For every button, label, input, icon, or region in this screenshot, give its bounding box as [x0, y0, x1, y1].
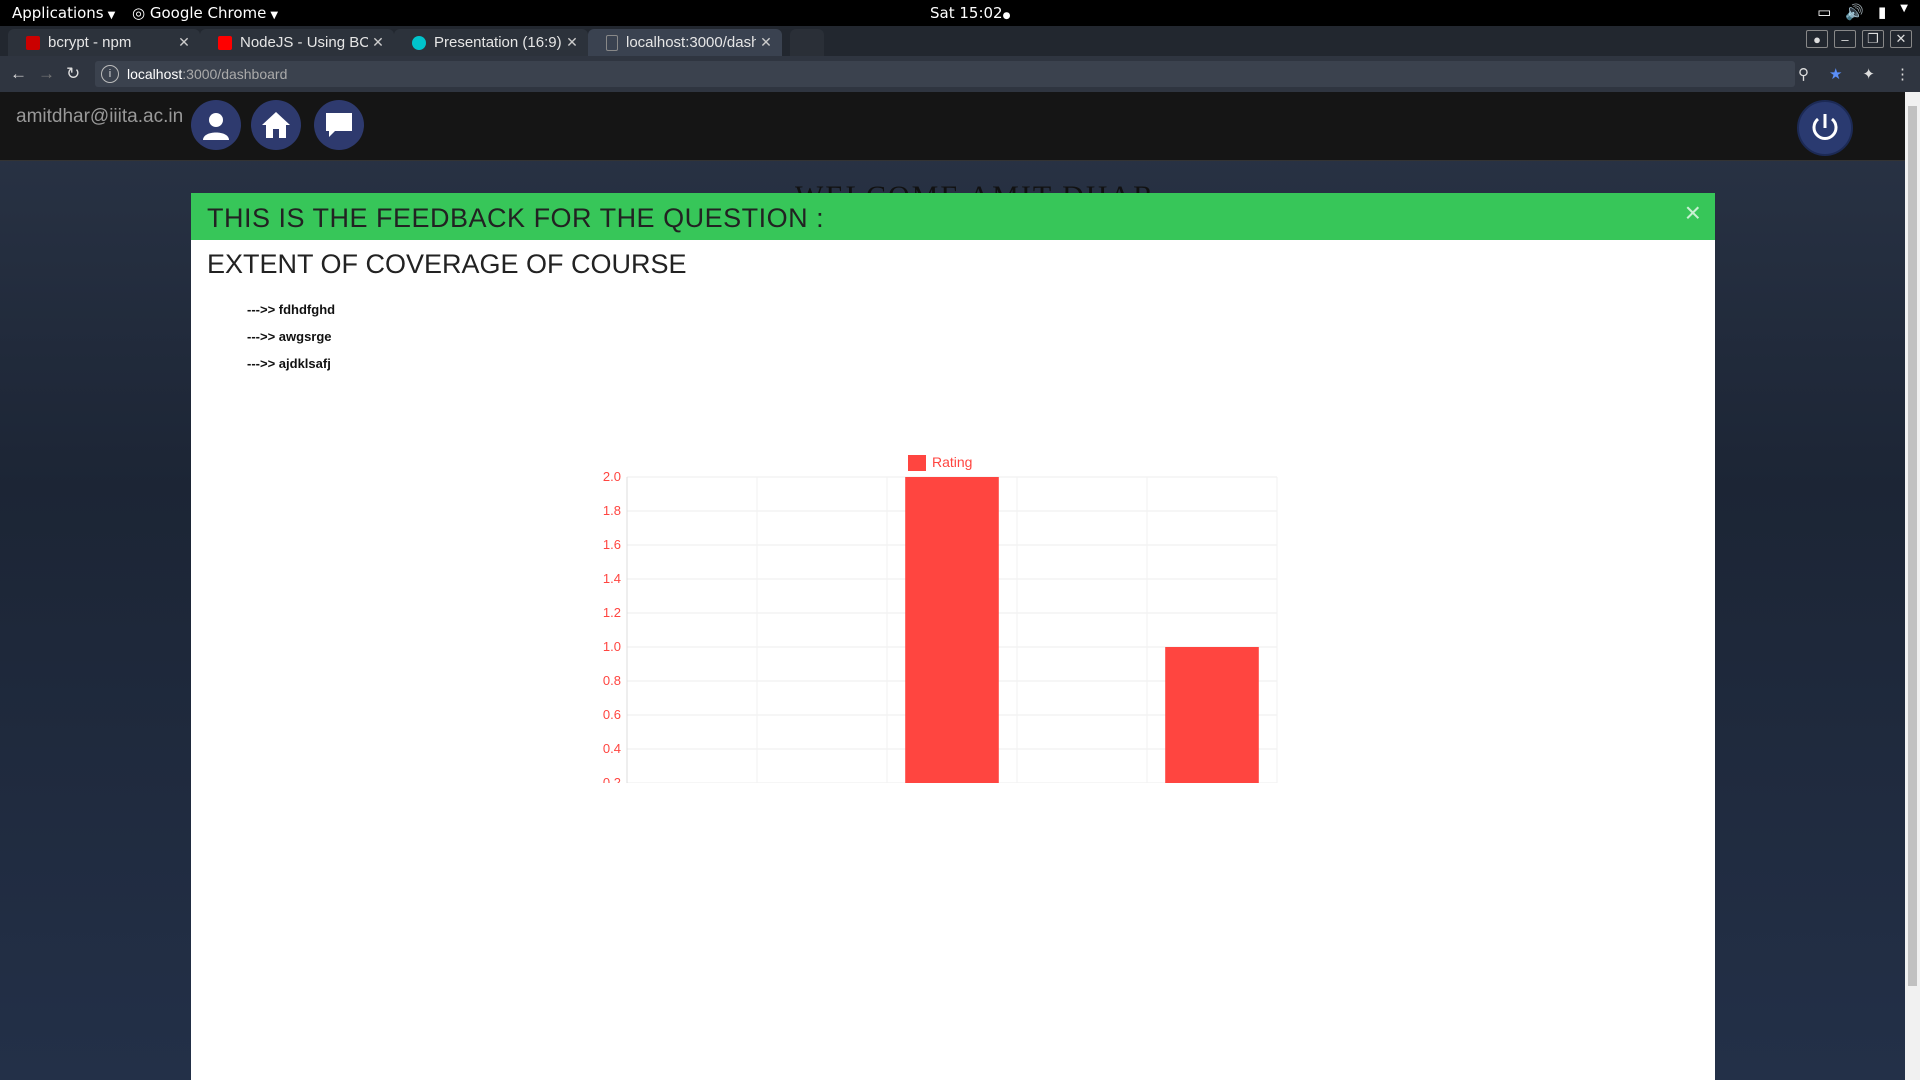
npm-icon — [26, 35, 40, 50]
applications-menu[interactable]: Applications ▼ — [12, 4, 115, 22]
scrollbar-thumb[interactable] — [1908, 106, 1917, 986]
y-tick-label: 0.6 — [603, 707, 621, 722]
feedback-button[interactable] — [314, 100, 364, 150]
reload-icon[interactable]: ↻ — [66, 64, 80, 84]
tab-label: Presentation (16:9) — [434, 34, 562, 51]
close-icon[interactable]: ✕ — [174, 34, 194, 51]
chevron-down-icon[interactable]: ▼ — [1900, 3, 1908, 21]
tab-label: bcrypt - npm — [48, 34, 132, 51]
browser-tab-strip: bcrypt - npm ✕ NodeJS - Using BCrypt ✕ P… — [0, 26, 1920, 56]
close-window-icon[interactable]: ✕ — [1890, 30, 1912, 48]
y-tick-label: 0.8 — [603, 673, 621, 688]
y-tick-label: 1.4 — [603, 571, 621, 586]
home-icon — [262, 112, 290, 138]
key-icon[interactable]: ⚲ — [1798, 65, 1809, 83]
modal-title: THIS IS THE FEEDBACK FOR THE QUESTION : — [207, 203, 825, 233]
chat-icon — [326, 113, 352, 137]
profile-icon[interactable]: ● — [1806, 30, 1828, 48]
y-tick-label: 1.8 — [603, 503, 621, 518]
bar — [905, 477, 999, 783]
tab-localhost-dashboard[interactable]: localhost:3000/dashboard ✕ — [588, 29, 782, 56]
close-icon[interactable]: ✕ — [368, 34, 388, 51]
y-tick-label: 0.4 — [603, 741, 621, 756]
close-icon[interactable]: × — [1685, 197, 1701, 229]
question-title: EXTENT OF COVERAGE OF COURSE — [207, 249, 687, 279]
youtube-icon — [218, 35, 232, 50]
legend-label: Rating — [932, 454, 972, 470]
chevron-down-icon: ▼ — [270, 10, 279, 21]
user-icon — [203, 113, 229, 140]
close-icon[interactable]: ✕ — [756, 34, 776, 51]
tab-label: NodeJS - Using BCrypt — [240, 34, 368, 51]
feedback-item: --->> fdhdfghd — [247, 302, 336, 317]
new-tab-button[interactable] — [790, 29, 824, 56]
battery-icon[interactable]: ▮ — [1878, 3, 1886, 21]
address-bar[interactable]: i localhost:3000/dashboard — [95, 61, 1795, 87]
legend-swatch — [908, 455, 926, 471]
restore-icon[interactable]: ❐ — [1862, 30, 1884, 48]
profile-button[interactable] — [191, 100, 241, 150]
close-icon[interactable]: ✕ — [562, 34, 582, 51]
volume-icon[interactable]: 🔊 — [1845, 3, 1864, 21]
system-tray[interactable]: ▭ 🔊 ▮ ▼ — [1817, 3, 1908, 21]
tab-nodejs-bcrypt[interactable]: NodeJS - Using BCrypt ✕ — [200, 29, 394, 56]
browser-toolbar: ← → ↻ i localhost:3000/dashboard ⚲ ★ ✦ ⋮ — [0, 56, 1920, 92]
menu-dots-icon[interactable]: ⋮ — [1895, 65, 1910, 83]
info-icon[interactable]: i — [101, 65, 119, 83]
page-viewport: WELCOME AMIT DHAR amitdhar@iiita.ac.in T… — [0, 92, 1905, 1080]
feedback-item: --->> awgsrge — [247, 329, 332, 344]
tab-bcrypt-npm[interactable]: bcrypt - npm ✕ — [8, 29, 200, 56]
window-controls: ● – ❐ ✕ — [1806, 30, 1912, 48]
minimize-icon[interactable]: – — [1834, 30, 1856, 48]
y-tick-label: 2.0 — [603, 469, 621, 484]
forward-arrow-icon[interactable]: → — [38, 64, 55, 84]
home-button[interactable] — [251, 100, 301, 150]
rating-bar-chart: 00.20.40.60.81.01.21.41.61.82.0OneTwoThr… — [603, 454, 1278, 783]
url-path: :3000/dashboard — [182, 66, 288, 82]
modal-header: THIS IS THE FEEDBACK FOR THE QUESTION : … — [191, 193, 1715, 240]
screen-icon[interactable]: ▭ — [1817, 3, 1831, 21]
extension-icon[interactable]: ✦ — [1862, 65, 1875, 83]
chevron-down-icon: ▼ — [107, 10, 116, 21]
page-icon — [606, 34, 618, 51]
power-icon — [1812, 114, 1838, 140]
app-header: amitdhar@iiita.ac.in — [0, 92, 1905, 161]
clock[interactable]: Sat 15:02● — [930, 4, 1010, 22]
bookmark-star-icon[interactable]: ★ — [1829, 65, 1842, 83]
feedback-modal: THIS IS THE FEEDBACK FOR THE QUESTION : … — [191, 193, 1715, 1080]
feedback-item: --->> ajdklsafj — [247, 356, 331, 371]
active-app-menu[interactable]: ◎ Google Chrome ▼ — [132, 4, 278, 22]
canva-icon — [412, 35, 426, 50]
logout-button[interactable] — [1797, 100, 1853, 156]
y-tick-label: 0.2 — [603, 775, 621, 783]
y-tick-label: 1.0 — [603, 639, 621, 654]
url-host: localhost — [127, 66, 183, 82]
back-arrow-icon[interactable]: ← — [10, 64, 27, 84]
user-email: amitdhar@iiita.ac.in — [16, 106, 184, 127]
page-scrollbar[interactable] — [1905, 92, 1920, 1080]
y-tick-label: 1.6 — [603, 537, 621, 552]
bar — [1165, 647, 1259, 783]
chrome-icon: ◎ — [132, 4, 146, 22]
tab-presentation[interactable]: Presentation (16:9) ✕ — [394, 29, 588, 56]
tab-label: localhost:3000/dashboard — [626, 34, 756, 51]
y-tick-label: 1.2 — [603, 605, 621, 620]
system-top-bar: Applications ▼ ◎ Google Chrome ▼ Sat 15:02… — [0, 0, 1920, 26]
